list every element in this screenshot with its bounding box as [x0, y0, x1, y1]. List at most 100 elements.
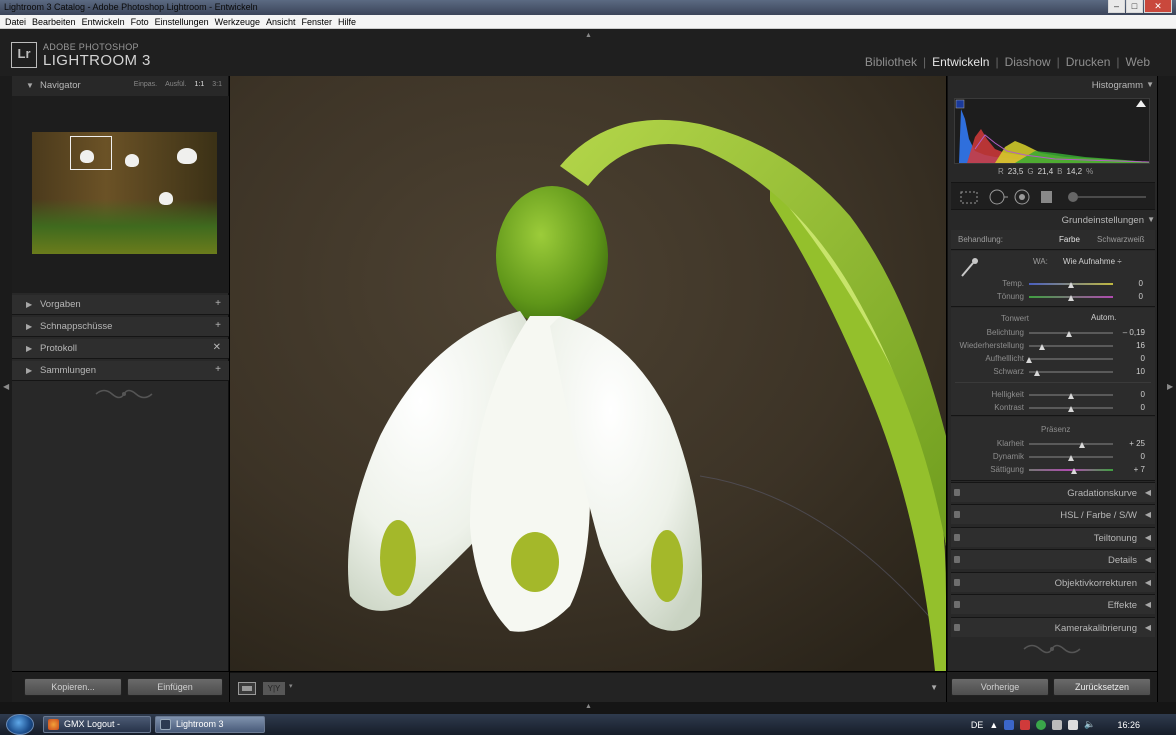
copy-button[interactable]: Kopieren...	[24, 678, 122, 696]
navigator-thumbnail[interactable]	[32, 132, 217, 254]
red-eye-icon[interactable]	[1014, 189, 1030, 205]
recovery-slider-knob[interactable]	[1039, 344, 1046, 350]
loupe-view-icon[interactable]	[238, 682, 256, 695]
fill-light-value[interactable]: 0	[1115, 354, 1145, 363]
panel-switch-icon[interactable]	[954, 511, 960, 518]
reset-button[interactable]: Zurücksetzen	[1053, 678, 1151, 696]
vibrance-value[interactable]: 0	[1115, 452, 1145, 461]
module-bibliothek[interactable]: Bibliothek	[865, 55, 917, 69]
module-drucken[interactable]: Drucken	[1066, 55, 1111, 69]
clarity-value[interactable]: + 25	[1115, 439, 1145, 448]
panel-hsl[interactable]: HSL / Farbe / S/W ◀	[951, 504, 1155, 524]
fill-light-slider-track[interactable]	[1029, 358, 1113, 360]
menu-hilfe[interactable]: Hilfe	[335, 15, 359, 28]
clarity-slider-knob[interactable]	[1078, 442, 1085, 448]
graduated-filter-icon[interactable]	[1041, 191, 1052, 203]
tray-app-icon[interactable]	[1020, 719, 1031, 730]
left-panel-toggle-icon[interactable]: ◀	[3, 382, 9, 391]
panel-gradationskurve[interactable]: Gradationskurve ◀	[951, 482, 1155, 502]
wb-select[interactable]: Wie Aufnahme ÷	[1063, 257, 1122, 266]
menu-foto[interactable]: Foto	[128, 15, 152, 28]
contrast-value[interactable]: 0	[1115, 403, 1145, 412]
navigator-header[interactable]: ▼ Navigator Einpas. Ausfül. 1:1 3:1	[12, 76, 228, 96]
brightness-slider-knob[interactable]	[1068, 393, 1074, 399]
panel-switch-icon[interactable]	[954, 624, 960, 631]
add-collection-button[interactable]: +	[215, 364, 221, 375]
temp-value[interactable]: 0	[1121, 279, 1143, 288]
clear-history-button[interactable]: ✕	[213, 342, 221, 353]
main-image-view[interactable]	[230, 76, 946, 671]
menu-datei[interactable]: Datei	[2, 15, 29, 28]
right-panel-toggle-icon[interactable]: ▶	[1167, 382, 1173, 391]
zoom-3-1[interactable]: 3:1	[212, 81, 222, 88]
minimize-button[interactable]: –	[1108, 0, 1125, 13]
blacks-slider-knob[interactable]	[1034, 370, 1041, 376]
network-icon[interactable]	[1068, 719, 1079, 730]
panel-schnappschuesse[interactable]: ▶ Schnappschüsse +	[12, 317, 229, 337]
histogram-header[interactable]: Histogramm ▼	[948, 76, 1157, 94]
panel-effekte[interactable]: Effekte ◀	[951, 594, 1155, 614]
brightness-value[interactable]: 0	[1115, 390, 1145, 399]
panel-switch-icon[interactable]	[954, 579, 960, 586]
panel-objektivkorrekturen[interactable]: Objektivkorrekturen ◀	[951, 572, 1155, 592]
module-entwickeln[interactable]: Entwickeln	[932, 55, 989, 69]
add-snapshot-button[interactable]: +	[215, 320, 221, 331]
tint-value[interactable]: 0	[1121, 292, 1143, 301]
fill-light-slider-knob[interactable]	[1026, 357, 1032, 363]
tray-app-icon[interactable]	[1004, 719, 1015, 730]
panel-kamerakalibrierung[interactable]: Kamerakalibrierung ◀	[951, 617, 1155, 637]
zoom-fit[interactable]: Einpas.	[134, 81, 157, 88]
zoom-1-1[interactable]: 1:1	[195, 81, 205, 88]
spot-removal-icon[interactable]	[989, 189, 1008, 205]
panel-details[interactable]: Details ◀	[951, 549, 1155, 569]
exposure-value[interactable]: – 0,19	[1115, 328, 1145, 337]
zoom-fill[interactable]: Ausfül.	[165, 81, 186, 88]
panel-switch-icon[interactable]	[954, 489, 960, 496]
panel-teiltonung[interactable]: Teiltonung ◀	[951, 527, 1155, 547]
left-panel-strip[interactable]: ◀	[0, 76, 12, 702]
temp-slider-knob[interactable]	[1068, 282, 1074, 288]
panel-switch-icon[interactable]	[954, 601, 960, 608]
blacks-slider-track[interactable]	[1029, 371, 1113, 373]
right-panel-strip[interactable]: ▶	[1158, 76, 1176, 702]
exposure-slider-knob[interactable]	[1066, 331, 1073, 337]
navigator-view-rectangle[interactable]	[70, 136, 112, 170]
taskbar-item-firefox[interactable]: GMX Logout - Mozill...	[43, 716, 151, 735]
menu-bearbeiten[interactable]: Bearbeiten	[29, 15, 79, 28]
top-panel-toggle-icon[interactable]: ▲	[585, 32, 592, 39]
saturation-value[interactable]: + 7	[1115, 465, 1145, 474]
menu-werkzeuge[interactable]: Werkzeuge	[212, 15, 263, 28]
volume-icon[interactable]: 🔈	[1084, 719, 1095, 730]
basic-header[interactable]: Grundeinstellungen ▼	[948, 211, 1158, 229]
module-web[interactable]: Web	[1126, 55, 1150, 69]
filmstrip-toggle-icon[interactable]: ▲	[585, 703, 592, 710]
eyedropper-icon[interactable]	[959, 257, 979, 279]
adjustment-brush-icon[interactable]	[1068, 192, 1146, 202]
menu-einstellungen[interactable]: Einstellungen	[152, 15, 212, 28]
tray-app-icon[interactable]	[1052, 719, 1063, 730]
crop-tool-icon[interactable]	[960, 191, 978, 204]
blacks-value[interactable]: 10	[1115, 367, 1145, 376]
panel-switch-icon[interactable]	[954, 534, 960, 541]
taskbar-item-lightroom[interactable]: Lightroom 3 Catalog...	[155, 716, 265, 735]
tray-app-icon[interactable]	[1036, 719, 1047, 730]
treatment-color-option[interactable]: Farbe	[1059, 235, 1080, 244]
vibrance-slider-knob[interactable]	[1068, 455, 1074, 461]
navigator-collapse-icon[interactable]: ▼	[26, 81, 34, 90]
recovery-value[interactable]: 16	[1115, 341, 1145, 350]
treatment-bw-option[interactable]: Schwarzweiß	[1097, 235, 1145, 244]
module-diashow[interactable]: Diashow	[1005, 55, 1051, 69]
filmstrip-toggle-bar[interactable]: ▲	[0, 702, 1176, 714]
language-indicator[interactable]: DE	[971, 720, 984, 730]
panel-sammlungen[interactable]: ▶ Sammlungen +	[12, 361, 229, 381]
add-preset-button[interactable]: +	[215, 298, 221, 309]
auto-tone-button[interactable]: Autom.	[1091, 313, 1116, 322]
clock[interactable]: 16:26	[1117, 720, 1140, 730]
panel-switch-icon[interactable]	[954, 556, 960, 563]
panel-protokoll[interactable]: ▶ Protokoll ✕	[12, 339, 229, 359]
windows-start-orb-icon[interactable]	[6, 714, 34, 735]
tint-slider-knob[interactable]	[1068, 295, 1074, 301]
tray-expand-icon[interactable]: ▲	[989, 720, 998, 730]
histogram-chart[interactable]	[954, 98, 1150, 164]
previous-button[interactable]: Vorherige	[951, 678, 1049, 696]
